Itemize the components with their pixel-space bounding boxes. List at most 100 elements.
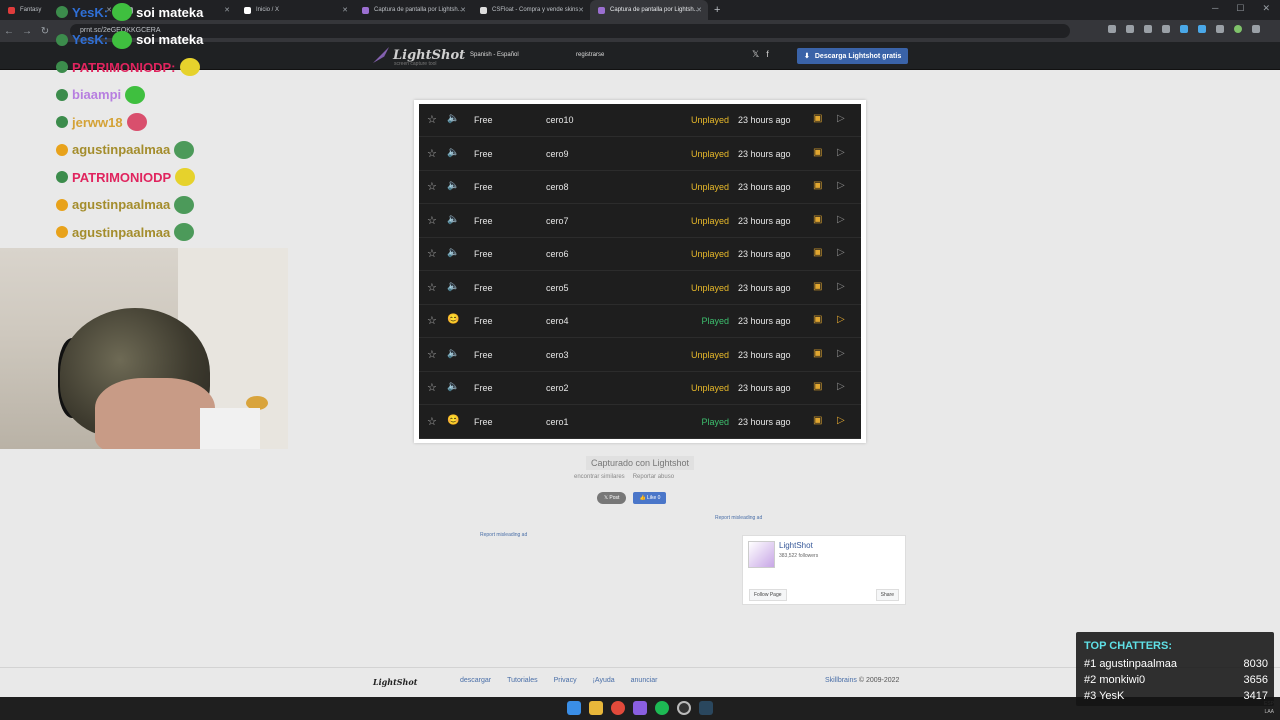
favorite-star-icon[interactable]: ☆ — [427, 247, 437, 260]
footer-link[interactable]: anunciar — [631, 677, 658, 684]
reload-icon[interactable]: ↻ — [36, 26, 54, 37]
chat-username[interactable]: YesK: — [72, 5, 108, 20]
play-icon[interactable]: ▷ — [837, 113, 845, 124]
download-button[interactable]: ⬇ Descarga Lightshot gratis — [797, 48, 909, 64]
game-row[interactable]: ☆ 🔈 Free cero3 Unplayed 23 hours ago ▣ ▷ — [419, 339, 861, 372]
report-ad-link[interactable]: Report misleading ad — [715, 515, 762, 521]
game-row[interactable]: ☆ 😊 Free cero1 Played 23 hours ago ▣ ▷ — [419, 406, 861, 439]
chat-username[interactable]: biaampi — [72, 87, 121, 102]
maximize-icon[interactable]: ☐ — [1236, 3, 1244, 14]
close-window-icon[interactable]: ✕ — [1262, 3, 1270, 14]
play-icon[interactable]: ▷ — [837, 214, 845, 225]
new-tab-button[interactable]: + — [714, 4, 720, 16]
game-row[interactable]: ☆ 🔈 Free cero8 Unplayed 23 hours ago ▣ ▷ — [419, 171, 861, 204]
play-icon[interactable]: ▷ — [837, 180, 845, 191]
play-icon[interactable]: ▷ — [837, 415, 845, 426]
chat-username[interactable]: agustinpaalmaa — [72, 142, 170, 157]
calendar-icon[interactable]: ▣ — [813, 180, 822, 191]
game-row[interactable]: ☆ 🔈 Free cero10 Unplayed 23 hours ago ▣ ▷ — [419, 104, 861, 137]
twitter-icon[interactable]: 𝕏 — [752, 49, 759, 60]
eye-off-icon[interactable] — [1144, 25, 1152, 33]
browser-tab[interactable]: Inicio / X ✕ — [236, 0, 354, 20]
play-icon[interactable]: ▷ — [837, 381, 845, 392]
calendar-icon[interactable]: ▣ — [813, 247, 822, 258]
obs-icon[interactable] — [677, 701, 691, 715]
fb-page-name[interactable]: LightShot — [779, 541, 813, 550]
chat-username[interactable]: agustinpaalmaa — [72, 197, 170, 212]
calendar-icon[interactable]: ▣ — [813, 348, 822, 359]
extension-icon[interactable] — [1108, 25, 1116, 33]
close-tab-icon[interactable]: ✕ — [224, 6, 230, 14]
play-icon[interactable]: ▷ — [837, 247, 845, 258]
browser-tab-active[interactable]: Captura de pantalla por Lightsh... ✕ — [590, 0, 708, 20]
play-icon[interactable]: ▷ — [837, 281, 845, 292]
calendar-icon[interactable]: ▣ — [813, 381, 822, 392]
chat-username[interactable]: YesK: — [72, 32, 108, 47]
favorite-star-icon[interactable]: ☆ — [427, 314, 437, 327]
puzzle-icon[interactable] — [1216, 25, 1224, 33]
game-row[interactable]: ☆ 🔈 Free cero7 Unplayed 23 hours ago ▣ ▷ — [419, 205, 861, 238]
app-icon[interactable] — [633, 701, 647, 715]
profile-avatar[interactable] — [1234, 25, 1242, 33]
calendar-icon[interactable]: ▣ — [813, 113, 822, 124]
fb-page-avatar[interactable] — [748, 541, 775, 568]
footer-link[interactable]: Privacy — [554, 677, 577, 684]
favorite-star-icon[interactable]: ☆ — [427, 348, 437, 361]
favorite-star-icon[interactable]: ☆ — [427, 381, 437, 394]
address-bar[interactable]: prnt.sc/2eGEOKKGCERA — [70, 24, 1070, 38]
game-row[interactable]: ☆ 😊 Free cero4 Played 23 hours ago ▣ ▷ — [419, 305, 861, 338]
favorite-star-icon[interactable]: ☆ — [427, 147, 437, 160]
chat-username[interactable]: agustinpaalmaa — [72, 225, 170, 240]
x-post-button[interactable]: 𝕏 Post — [597, 492, 627, 504]
report-ad-link[interactable]: Report misleading ad — [480, 532, 527, 538]
game-row[interactable]: ☆ 🔈 Free cero9 Unplayed 23 hours ago ▣ ▷ — [419, 138, 861, 171]
footer-logo[interactable]: LightShot — [373, 677, 417, 687]
chat-username[interactable]: jerww18 — [72, 115, 123, 130]
chat-username[interactable]: PATRIMONIODP — [72, 170, 171, 185]
skillbrains-link[interactable]: Skillbrains — [825, 677, 857, 684]
fb-follow-button[interactable]: Follow Page — [749, 589, 787, 601]
calendar-icon[interactable]: ▣ — [813, 214, 822, 225]
back-icon[interactable]: ← — [0, 26, 18, 37]
play-icon[interactable]: ▷ — [837, 348, 845, 359]
play-icon[interactable]: ▷ — [837, 314, 845, 325]
calendar-icon[interactable]: ▣ — [813, 281, 822, 292]
close-tab-icon[interactable]: ✕ — [460, 6, 466, 14]
favorite-star-icon[interactable]: ☆ — [427, 180, 437, 193]
find-similar-link[interactable]: encontrar similares — [574, 474, 625, 480]
forward-icon[interactable]: → — [18, 26, 36, 37]
extension-icon[interactable] — [1198, 25, 1206, 33]
file-explorer-icon[interactable] — [589, 701, 603, 715]
register-link[interactable]: registrarse — [576, 52, 604, 58]
report-abuse-link[interactable]: Reportar abuso — [633, 474, 674, 480]
fb-like-button[interactable]: 👍 Like 0 — [633, 492, 667, 504]
footer-link[interactable]: ¡Ayuda — [593, 677, 615, 684]
extension-icon[interactable] — [1180, 25, 1188, 33]
spotify-icon[interactable] — [655, 701, 669, 715]
favorite-star-icon[interactable]: ☆ — [427, 281, 437, 294]
close-tab-icon[interactable]: ✕ — [696, 6, 702, 14]
bookmark-star-icon[interactable] — [1162, 25, 1170, 33]
zoom-icon[interactable] — [1126, 25, 1134, 33]
favorite-star-icon[interactable]: ☆ — [427, 214, 437, 227]
browser-tab[interactable]: Captura de pantalla por Lightsh... ✕ — [354, 0, 472, 20]
footer-link[interactable]: descargar — [460, 677, 491, 684]
lightshot-logo[interactable]: LightShot screen capture tool — [373, 47, 465, 67]
footer-link[interactable]: Tutoriales — [507, 677, 537, 684]
calendar-icon[interactable]: ▣ — [813, 147, 822, 158]
favorite-star-icon[interactable]: ☆ — [427, 113, 437, 126]
chrome-icon[interactable] — [611, 701, 625, 715]
close-tab-icon[interactable]: ✕ — [342, 6, 348, 14]
game-row[interactable]: ☆ 🔈 Free cero6 Unplayed 23 hours ago ▣ ▷ — [419, 238, 861, 271]
windows-start-icon[interactable] — [567, 701, 581, 715]
browser-tab[interactable]: CSFloat - Compra y vende skins ✕ — [472, 0, 590, 20]
calendar-icon[interactable]: ▣ — [813, 415, 822, 426]
minimize-icon[interactable]: ─ — [1212, 3, 1218, 14]
calendar-icon[interactable]: ▣ — [813, 314, 822, 325]
facebook-icon[interactable]: f — [766, 49, 769, 60]
play-icon[interactable]: ▷ — [837, 147, 845, 158]
language-select[interactable]: Spanish - Español — [470, 52, 519, 58]
chat-username[interactable]: PATRIMONIODP: — [72, 60, 176, 75]
steam-icon[interactable] — [699, 701, 713, 715]
fb-share-button[interactable]: Share — [875, 589, 899, 601]
